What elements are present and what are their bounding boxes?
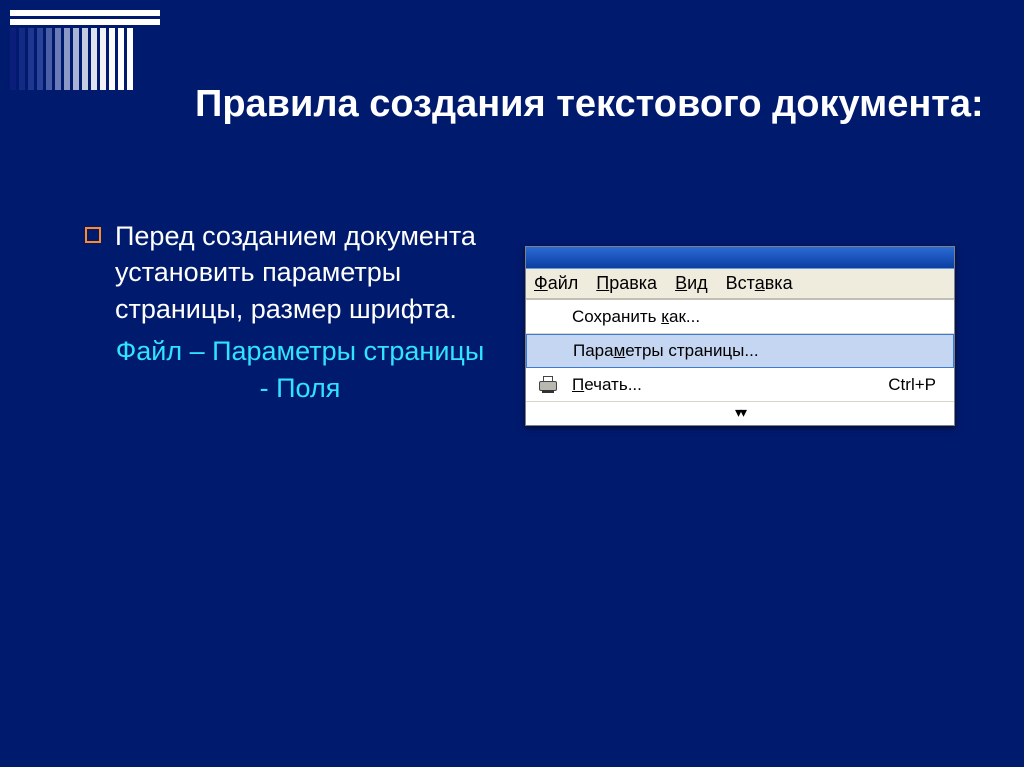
menu-edit[interactable]: Правка bbox=[596, 273, 657, 294]
printer-icon bbox=[538, 376, 560, 394]
word-menubar: Файл Правка Вид Вставка bbox=[526, 269, 954, 299]
menu-insert[interactable]: Вставка bbox=[726, 273, 793, 294]
file-dropdown: Сохранить как... Параметры страницы... П bbox=[526, 299, 954, 425]
slide-title: Правила создания текстового документа: bbox=[195, 82, 984, 128]
bullet-icon bbox=[85, 227, 101, 243]
menu-view[interactable]: Вид bbox=[675, 273, 708, 294]
body-text-column: Перед созданием документа установить пар… bbox=[85, 218, 485, 426]
word-titlebar bbox=[526, 247, 954, 269]
print-shortcut: Ctrl+P bbox=[888, 375, 944, 395]
slide-decoration bbox=[10, 10, 160, 90]
body-path-text: Файл – Параметры страницы - Поля bbox=[115, 333, 485, 406]
word-dropdown-screenshot: Файл Правка Вид Вставка Сохранить как...… bbox=[525, 246, 955, 426]
body-main-text: Перед созданием документа установить пар… bbox=[115, 218, 485, 327]
menu-file[interactable]: Файл bbox=[534, 273, 578, 294]
dropdown-page-setup[interactable]: Параметры страницы... bbox=[526, 334, 954, 368]
dropdown-save-as[interactable]: Сохранить как... bbox=[526, 300, 954, 334]
dropdown-print[interactable]: Печать... Ctrl+P bbox=[526, 368, 954, 402]
dropdown-expand-icon[interactable]: ▾▾ bbox=[526, 402, 954, 425]
